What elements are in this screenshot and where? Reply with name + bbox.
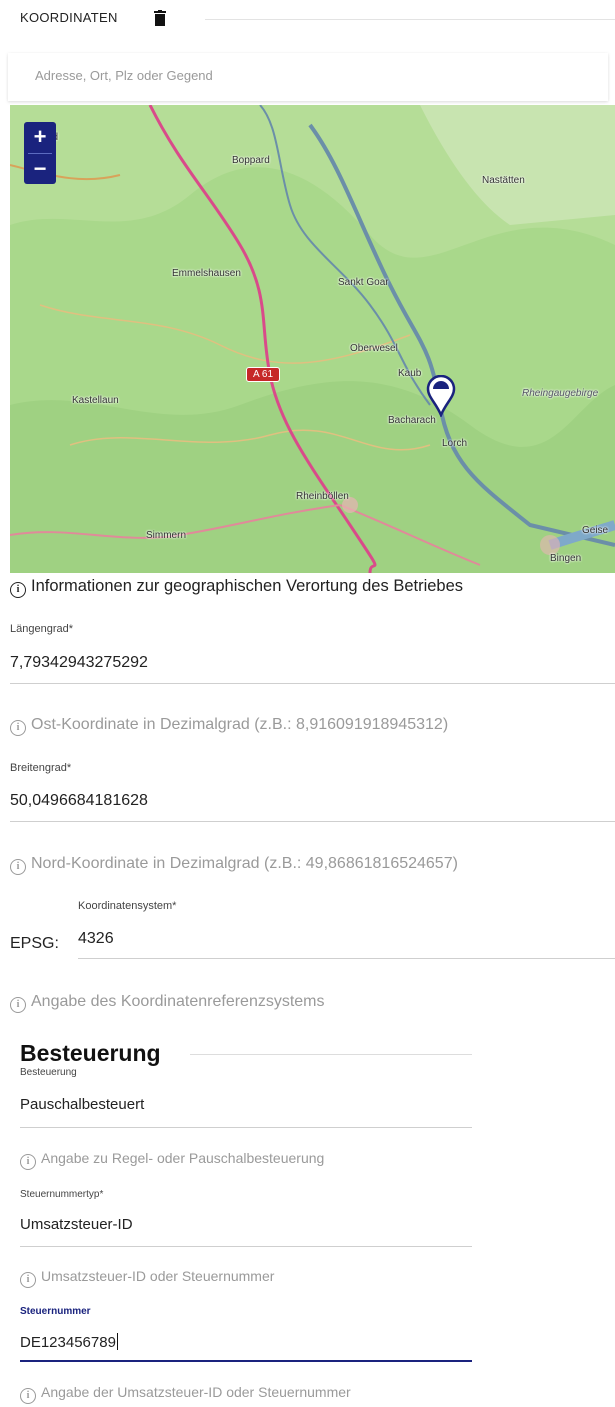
laengengrad-underline [10,683,615,684]
map-label-emmelshausen: Emmelshausen [172,268,241,279]
map-label-rheinboellen: Rheinböllen [296,491,349,502]
map-label-boppard: Boppard [232,155,270,166]
geo-info-text: i Informationen zur geographischen Verort… [10,577,463,598]
info-icon: i [20,1154,36,1170]
map-label-oberwesel: Oberwesel [350,343,398,354]
breitengrad-underline [10,821,615,822]
trash-icon[interactable] [154,10,166,26]
besteuerung-select[interactable]: Pauschalbesteuert [20,1096,144,1113]
besteuerung-heading: Besteuerung [20,1040,161,1066]
info-icon: i [10,720,26,736]
steuernummertyp-hint: i Umsatzsteuer-ID oder Steuernummer [20,1268,274,1288]
info-icon: i [20,1388,36,1404]
epsg-prefix: EPSG: [10,935,59,952]
breitengrad-field[interactable]: 50,0496684181628 [10,792,148,810]
laengengrad-label: Längengrad* [10,623,74,635]
koordinatensystem-hint: i Angabe des Koordinatenreferenzsystems [10,993,325,1013]
zoom-out-button[interactable]: − [24,154,56,184]
steuernummer-field[interactable]: DE123456789 [20,1333,118,1351]
breitengrad-hint: i Nord-Koordinate in Dezimalgrad (z.B.: 4… [10,855,458,875]
map-label-kaub: Kaub [398,368,422,379]
laengengrad-hint: i Ost-Koordinate in Dezimalgrad (z.B.: 8,… [10,716,448,736]
breitengrad-label: Breitengrad* [10,762,72,774]
map-label-rheingau: Rheingaugebirge [522,388,599,399]
steuernummertyp-label: Steuernummertyp* [20,1189,104,1200]
steuernummertyp-select[interactable]: Umsatzsteuer-ID [20,1216,133,1233]
text-cursor [116,1333,118,1350]
besteuerung-hint: i Angabe zu Regel- oder Pauschalbesteueru… [20,1150,324,1170]
search-input[interactable] [33,67,597,84]
map-view[interactable]: Boppard Nastätten Emmelshausen Sankt Goa… [10,105,615,573]
info-icon: i [10,859,26,875]
section-title: KOORDINATEN [20,10,118,25]
map-label-simmern: Simmern [146,530,187,541]
info-icon: i [10,582,26,598]
besteuerung-underline [20,1127,472,1128]
laengengrad-field[interactable]: 7,79342943275292 [10,654,148,672]
koordinatensystem-field[interactable]: 4326 [78,930,114,948]
besteuerung-label: Besteuerung [20,1067,77,1078]
steuernummertyp-underline [20,1246,472,1247]
map-label-lorch: Lorch [442,438,468,449]
besteuerung-divider [190,1054,472,1055]
map-marker-icon[interactable] [426,375,456,417]
map-label-geise: Geise [582,525,609,536]
koordinatensystem-underline [78,958,615,959]
search-box [8,53,608,101]
autobahn-shield-a61: A 61 [246,367,281,382]
steuernummer-hint: i Angabe der Umsatzsteuer-ID oder Steuern… [20,1384,351,1404]
map-label-sankt-goar: Sankt Goar [338,277,389,288]
header-divider [205,19,615,20]
map-label-kastellaun: Kastellaun [72,395,119,406]
steuernummer-underline-focused [20,1360,472,1362]
koordinatensystem-label: Koordinatensystem* [78,900,177,912]
zoom-in-button[interactable]: + [24,122,56,152]
info-icon: i [20,1272,36,1288]
map-label-bingen: Bingen [550,553,582,564]
map-label-nastaetten: Nastätten [482,175,525,186]
info-icon: i [10,997,26,1013]
steuernummer-label: Steuernummer [20,1306,91,1317]
zoom-control: + − [24,122,56,184]
